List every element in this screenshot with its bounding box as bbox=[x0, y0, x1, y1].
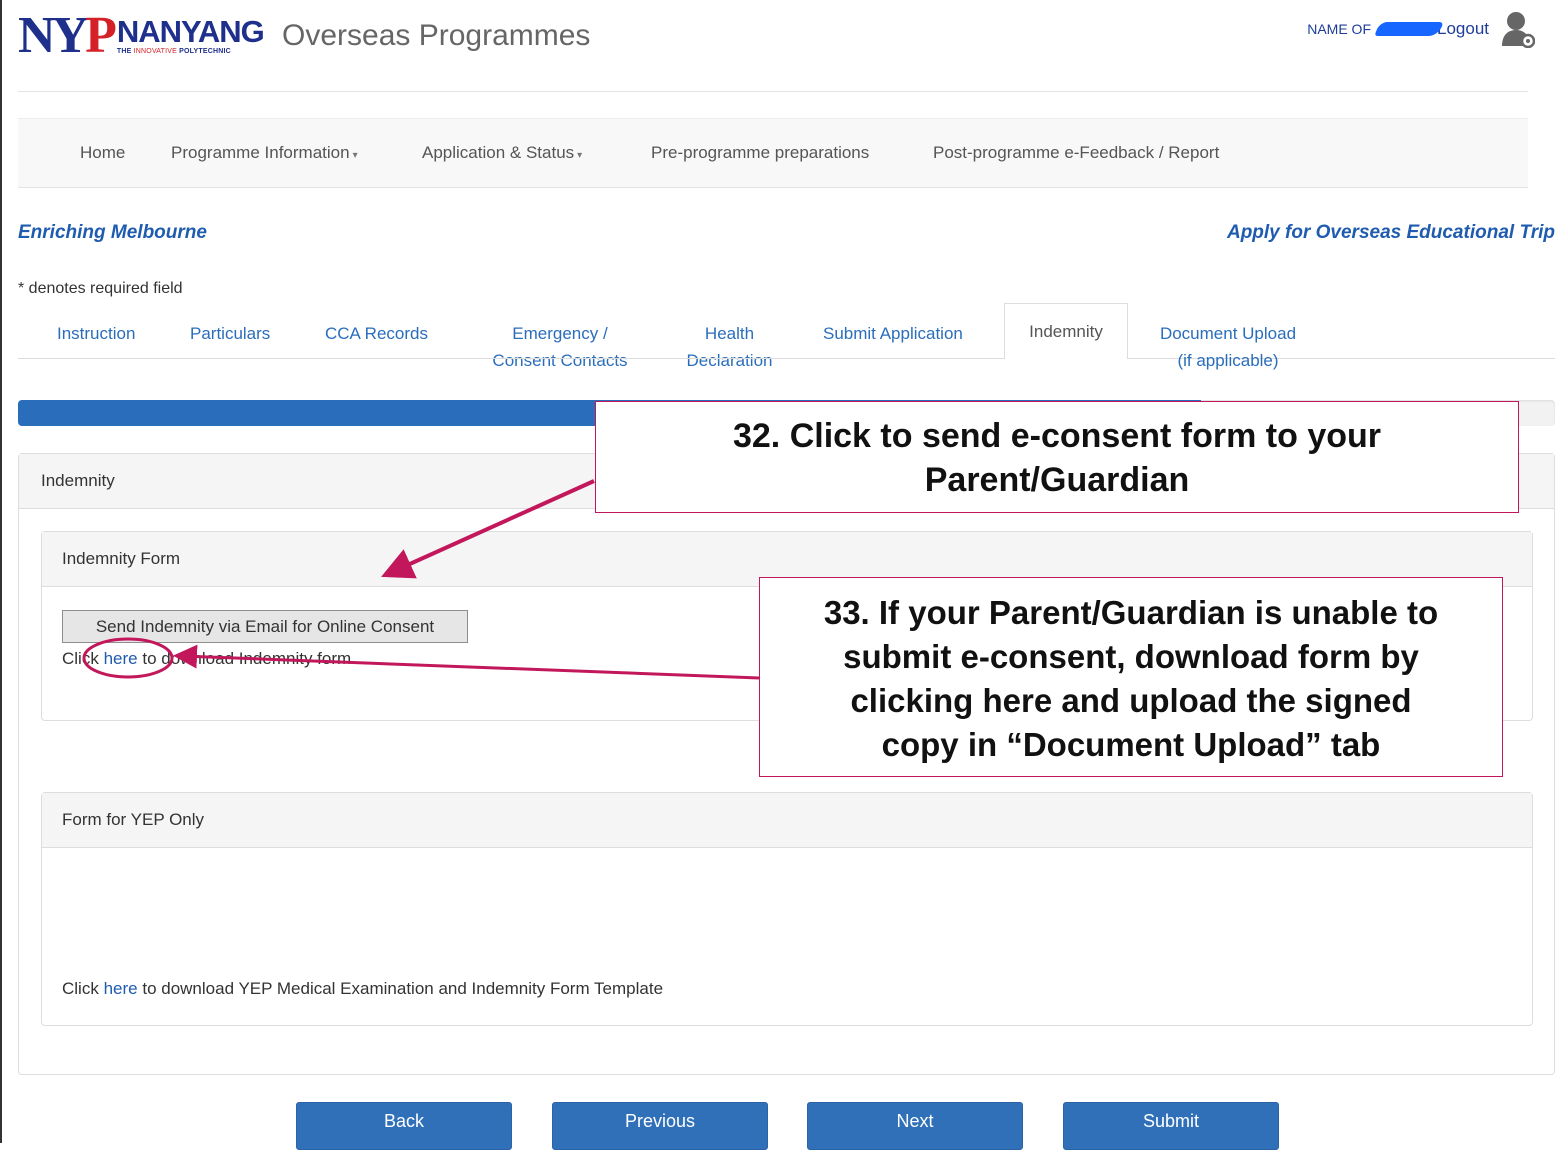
yep-form-panel: Form for YEP Only Click here to download… bbox=[41, 792, 1533, 1026]
user-area: NAME OF Logout bbox=[1307, 10, 1535, 48]
programme-name: Enriching Melbourne bbox=[18, 222, 207, 243]
tabs-baseline bbox=[18, 358, 1555, 359]
logo-tagline: THE INNOVATIVE POLYTECHNIC bbox=[116, 48, 231, 55]
nav-programme-information[interactable]: Programme Information ▾ bbox=[171, 143, 358, 163]
yep-form-title: Form for YEP Only bbox=[42, 793, 1532, 848]
caret-down-icon: ▾ bbox=[577, 150, 583, 161]
redacted-name bbox=[1374, 22, 1444, 36]
yep-download-line: Click here to download YEP Medical Exami… bbox=[62, 979, 664, 998]
tab-particulars[interactable]: Particulars bbox=[190, 320, 270, 347]
logo-name: NANYANG bbox=[116, 14, 265, 49]
user-avatar-icon[interactable] bbox=[1501, 10, 1535, 48]
tab-emergency-contacts[interactable]: Emergency / Consent Contacts bbox=[480, 320, 640, 374]
apply-overseas-trip-link[interactable]: Apply for Overseas Educational Trip bbox=[1227, 222, 1555, 244]
tab-health-declaration[interactable]: Health Declaration bbox=[672, 320, 787, 374]
header-divider bbox=[18, 91, 1528, 92]
main-navbar: Home Programme Information ▾ Application … bbox=[18, 118, 1528, 188]
tab-submit-application[interactable]: Submit Application bbox=[823, 320, 963, 347]
nav-application-status[interactable]: Application & Status ▾ bbox=[422, 143, 582, 163]
required-field-note: * denotes required field bbox=[18, 280, 183, 297]
callout-step-32: 32. Click to send e-consent form to your… bbox=[595, 401, 1519, 513]
tab-document-upload[interactable]: Document Upload (if applicable) bbox=[1148, 320, 1308, 374]
yep-download-link[interactable]: here bbox=[104, 979, 138, 998]
indemnity-download-link[interactable]: here bbox=[104, 649, 138, 668]
nav-post-programme[interactable]: Post-programme e-Feedback / Report bbox=[933, 143, 1219, 163]
nyp-logo[interactable]: NYP NANYANG THE INNOVATIVE POLYTECHNIC bbox=[18, 7, 265, 64]
send-indemnity-email-button[interactable]: Send Indemnity via Email for Online Cons… bbox=[62, 610, 468, 643]
tab-instruction[interactable]: Instruction bbox=[57, 320, 135, 347]
logo-mark: NYP bbox=[18, 7, 117, 64]
logout-link[interactable]: Logout bbox=[1437, 19, 1489, 39]
user-name-label: NAME OF bbox=[1307, 21, 1371, 37]
nav-home[interactable]: Home bbox=[80, 143, 125, 163]
tab-indemnity[interactable]: Indemnity bbox=[1004, 303, 1128, 359]
nav-pre-programme[interactable]: Pre-programme preparations bbox=[651, 143, 869, 163]
indemnity-download-line: Click here to download Indemnity form bbox=[62, 649, 352, 668]
tab-cca-records[interactable]: CCA Records bbox=[325, 320, 428, 347]
site-title: Overseas Programmes bbox=[282, 19, 591, 52]
caret-down-icon: ▾ bbox=[352, 150, 358, 161]
callout-step-33: 33. If your Parent/Guardian is unable to… bbox=[759, 577, 1503, 777]
